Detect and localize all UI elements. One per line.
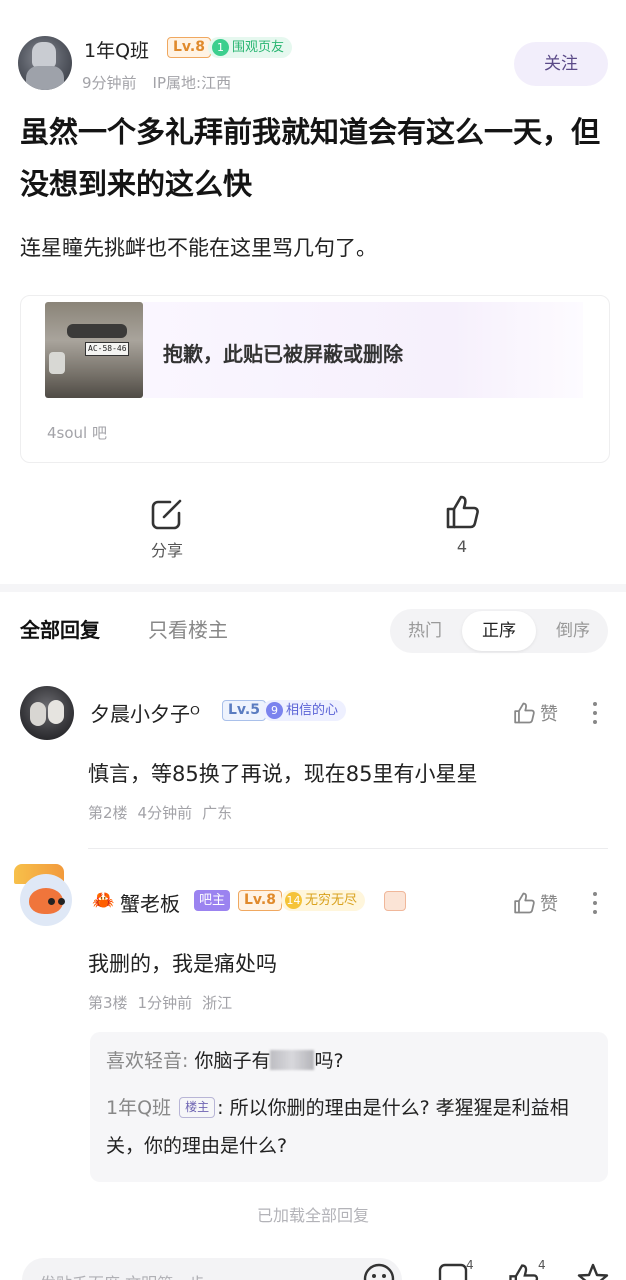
forum-admin-badge: 吧主: [194, 890, 231, 911]
comment-count: 4: [466, 1258, 474, 1272]
honor-badge: 14 无穷无尽: [281, 890, 366, 911]
sort-ascending[interactable]: 正序: [462, 611, 536, 651]
plate-text: AC-58-46: [88, 344, 127, 353]
post-time: 9分钟前: [82, 74, 137, 92]
diamond-icon: 9: [266, 702, 283, 719]
reply-like-label: 赞: [540, 894, 558, 915]
honor-title: 围观页友: [232, 40, 285, 55]
reply-like-button[interactable]: 赞: [512, 890, 558, 916]
sub-reply[interactable]: 喜欢轻音: 你脑子有 吗?: [106, 1042, 592, 1080]
sort-descending[interactable]: 倒序: [538, 609, 608, 653]
sub-reply-author[interactable]: 1年Q班: [106, 1097, 171, 1119]
reply-location: 广东: [202, 804, 233, 822]
sub-reply-text: 所以你删的理由是什么? 孝猩猩是利益相关，你的理由是什么?: [106, 1097, 569, 1157]
reply-location: 浙江: [202, 994, 233, 1012]
diamond-icon: 14: [285, 892, 302, 909]
follow-button[interactable]: 关注: [514, 42, 608, 86]
honor-badge: 9 相信的心: [262, 700, 347, 721]
op-tag: 楼主: [179, 1097, 216, 1118]
level-badge: Lv.8: [167, 37, 211, 58]
star-icon[interactable]: [576, 1262, 612, 1280]
quoted-deleted-notice: 抱歉，此贴已被屏蔽或删除: [163, 342, 403, 366]
reply-text: 我删的，我是痛处吗: [88, 952, 277, 976]
thumbs-up-icon: [446, 495, 479, 529]
reply-like-label: 赞: [540, 704, 558, 725]
like-count: 4: [456, 537, 468, 556]
reply-author-name[interactable]: 夕晨小夕子ᴼ: [90, 698, 200, 727]
more-options-icon[interactable]: [592, 892, 598, 914]
reply-avatar[interactable]: [20, 874, 72, 926]
more-options-icon[interactable]: [592, 702, 598, 724]
quoted-forum-name[interactable]: 4soul 吧: [47, 422, 107, 443]
loaded-all-notice: 已加载全部回复: [256, 1206, 369, 1225]
tab-op-only[interactable]: 只看楼主: [148, 614, 228, 643]
thumbs-up-icon: [514, 702, 535, 724]
tab-all-replies[interactable]: 全部回复: [20, 614, 100, 643]
sub-reply[interactable]: 1年Q班 楼主: 所以你删的理由是什么? 孝猩猩是利益相关，你的理由是什么?: [106, 1089, 592, 1165]
share-label: 分享: [150, 541, 183, 560]
quoted-thumbnail: AC-58-46: [45, 302, 143, 398]
sort-hot[interactable]: 热门: [390, 609, 460, 653]
honor-title: 相信的心: [286, 703, 339, 718]
like-count-bottom: 4: [538, 1258, 546, 1272]
honor-title: 无穷无尽: [305, 893, 358, 908]
share-button[interactable]: 分享: [127, 497, 207, 561]
sub-reply-author[interactable]: 喜欢轻音:: [106, 1050, 188, 1072]
diamond-icon: 1: [212, 39, 229, 56]
reply-divider: [88, 848, 608, 849]
honor-badge: 1 围观页友: [208, 37, 293, 58]
reply-meta: 第2楼 4分钟前 广东: [88, 802, 232, 823]
sub-reply-text-end: 吗?: [314, 1050, 344, 1072]
emoji-icon[interactable]: [362, 1262, 398, 1280]
thumbs-up-icon[interactable]: [506, 1262, 542, 1280]
reply-text: 慎言，等85换了再说，现在85里有小星星: [88, 762, 478, 786]
author-avatar[interactable]: [18, 36, 72, 90]
author-name[interactable]: 1年Q班: [84, 36, 149, 63]
like-button[interactable]: 4: [422, 493, 502, 556]
post-body: 连星瞳先挑衅也不能在这里骂几句了。: [20, 236, 377, 260]
reply-avatar[interactable]: [20, 686, 74, 740]
share-icon: [151, 499, 182, 530]
reply-time: 1分钟前: [137, 994, 193, 1012]
quoted-post-card[interactable]: AC-58-46 抱歉，此贴已被屏蔽或删除 4soul 吧: [20, 295, 610, 463]
post-title: 虽然一个多礼拜前我就知道会有这么一天，但没想到来的这么快: [20, 115, 601, 201]
reply-floor: 第3楼: [88, 994, 128, 1012]
level-badge: Lv.5: [222, 700, 266, 721]
reply-floor: 第2楼: [88, 804, 128, 822]
crab-icon: 🦀: [92, 890, 115, 911]
sort-toggle: 热门 正序 倒序: [390, 609, 608, 653]
reply-time: 4分钟前: [137, 804, 193, 822]
reply-meta: 第3楼 1分钟前 浙江: [88, 992, 232, 1013]
post-meta: 9分钟前 IP属地:江西: [82, 72, 231, 93]
censored-blur: [270, 1050, 315, 1070]
reply-author-name[interactable]: 蟹老板: [120, 888, 180, 917]
sub-reply-text: 你脑子有: [194, 1050, 271, 1072]
medal-icon: [384, 891, 406, 911]
post-ip: IP属地:江西: [152, 74, 232, 92]
reply-input-placeholder: 发贴千百度 文明第一步: [40, 1270, 205, 1280]
level-badge: Lv.8: [238, 890, 282, 911]
thumbs-up-icon: [514, 892, 535, 914]
reply-like-button[interactable]: 赞: [512, 700, 558, 726]
